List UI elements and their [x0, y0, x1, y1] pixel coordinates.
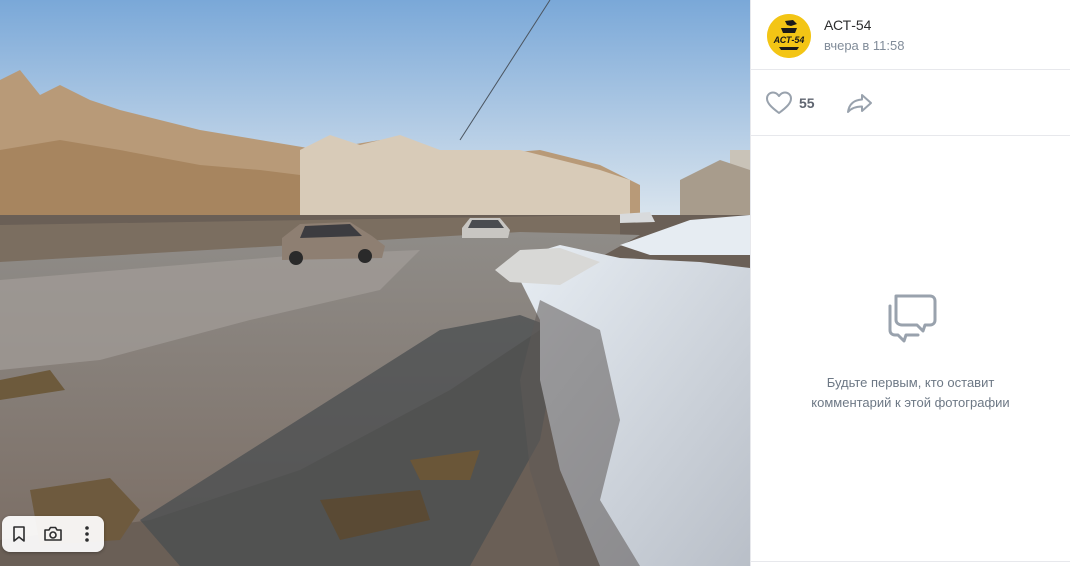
post-actions: 55 [751, 70, 1070, 136]
post-author-header: АСТ-54 АСТ-54 вчера в 11:58 [751, 0, 1070, 70]
heart-outline-icon [766, 91, 792, 114]
panel-divider [751, 561, 1070, 562]
photo-image [0, 0, 750, 566]
more-button[interactable] [70, 516, 104, 552]
post-photo[interactable] [0, 0, 750, 566]
author-logo: АСТ-54 [767, 14, 811, 58]
bookmark-button[interactable] [2, 516, 36, 552]
post-side-panel: АСТ-54 АСТ-54 вчера в 11:58 55 Будьте пе… [750, 0, 1070, 566]
share-button[interactable] [845, 90, 875, 116]
post-time[interactable]: вчера в 11:58 [824, 38, 904, 53]
author-name[interactable]: АСТ-54 [824, 17, 871, 33]
camera-search-icon [44, 526, 62, 541]
image-search-button[interactable] [36, 516, 70, 552]
comments-empty-text: Будьте первым, кто оставит комментарий к… [751, 373, 1070, 413]
more-vertical-icon [85, 526, 89, 542]
comments-bubbles-icon [888, 294, 936, 343]
like-count: 55 [799, 95, 815, 111]
comments-empty-state: Будьте первым, кто оставит комментарий к… [751, 290, 1070, 413]
share-arrow-icon [847, 94, 872, 113]
bookmark-icon [13, 526, 25, 542]
comments-empty-line-2: комментарий к этой фотографии [811, 395, 1010, 410]
like-button[interactable]: 55 [765, 89, 815, 117]
author-avatar[interactable]: АСТ-54 [767, 14, 811, 58]
photo-toolbar [2, 516, 104, 552]
comments-empty-line-1: Будьте первым, кто оставит [826, 375, 995, 390]
avatar-logo-text: АСТ-54 [773, 35, 805, 45]
